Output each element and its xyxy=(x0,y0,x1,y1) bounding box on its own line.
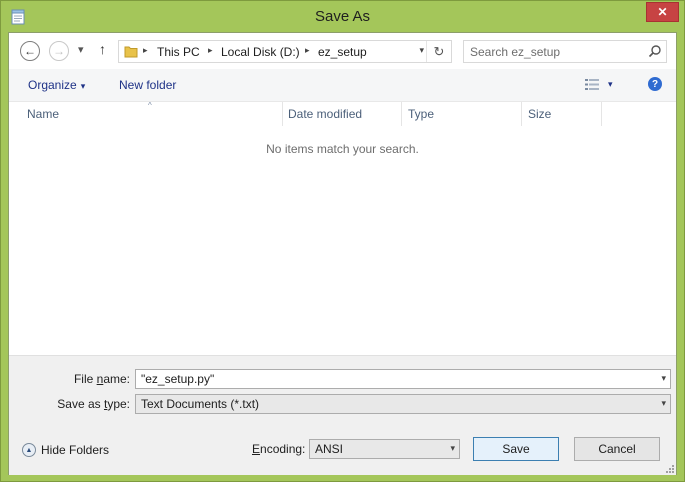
hide-folders-label: Hide Folders xyxy=(41,443,110,457)
breadcrumb-local-disk[interactable]: Local Disk (D:) xyxy=(221,45,300,59)
empty-list-message: No items match your search. xyxy=(266,142,419,156)
save-as-type-value: Text Documents (*.txt) xyxy=(141,397,260,411)
help-icon[interactable]: ? xyxy=(648,77,662,91)
title-bar[interactable]: Save As ✕ xyxy=(1,1,684,33)
chevron-down-icon: ▾ xyxy=(80,81,86,91)
hide-folders-button[interactable]: ▲ Hide Folders xyxy=(22,443,109,457)
collapse-up-icon: ▲ xyxy=(22,443,36,457)
column-divider[interactable] xyxy=(282,102,283,126)
file-name-label: File name: xyxy=(73,372,130,386)
save-button-label: Save xyxy=(502,442,530,456)
refresh-button[interactable]: ↻ xyxy=(426,41,451,62)
forward-button[interactable]: → xyxy=(49,41,69,61)
window-title: Save As xyxy=(314,8,371,25)
breadcrumb-separator-icon[interactable]: ▸ xyxy=(305,45,310,56)
close-icon: ✕ xyxy=(657,5,668,19)
new-folder-label: New folder xyxy=(119,78,177,92)
column-date-modified[interactable]: Date modified xyxy=(288,107,362,121)
column-divider[interactable] xyxy=(401,102,402,126)
chevron-down-icon[interactable]: ▾ xyxy=(450,443,455,454)
up-arrow-icon[interactable]: ↑ xyxy=(99,41,106,57)
recent-locations-chevron-icon[interactable]: ▾ xyxy=(78,43,84,56)
view-options-chevron-icon[interactable]: ▾ xyxy=(608,79,613,90)
organize-label: Organize xyxy=(28,78,77,92)
new-folder-button[interactable]: New folder xyxy=(119,78,176,92)
column-divider[interactable] xyxy=(601,102,602,126)
details-view-icon[interactable] xyxy=(585,79,599,90)
dialog-body: ← → ▾ ↑ ▸ This PC ▸ Local Disk (D:) ▸ ez… xyxy=(8,32,677,475)
back-arrow-icon: ← xyxy=(24,44,36,58)
column-name[interactable]: Name xyxy=(27,107,59,121)
cancel-button-label: Cancel xyxy=(598,442,636,456)
cancel-button[interactable]: Cancel xyxy=(574,437,660,461)
breadcrumb-separator-icon[interactable]: ▸ xyxy=(208,45,213,56)
organize-button[interactable]: Organize ▾ xyxy=(28,78,85,92)
column-divider[interactable] xyxy=(521,102,522,126)
help-glyph: ? xyxy=(651,78,659,90)
encoding-select[interactable]: ANSI ▾ xyxy=(309,439,460,459)
breadcrumb-ez-setup[interactable]: ez_setup xyxy=(318,45,367,59)
save-as-type-select[interactable]: Text Documents (*.txt) ▾ xyxy=(135,394,671,414)
resize-grip-icon[interactable] xyxy=(664,463,674,473)
column-type[interactable]: Type xyxy=(408,107,434,121)
file-name-field[interactable]: "ez_setup.py" ▾ xyxy=(135,369,671,389)
chevron-down-icon[interactable]: ▾ xyxy=(661,373,666,384)
encoding-label: Encoding: xyxy=(252,442,306,456)
close-button[interactable]: ✕ xyxy=(646,2,679,22)
file-name-value: "ez_setup.py" xyxy=(141,372,215,386)
address-history-chevron-icon[interactable]: ▾ xyxy=(419,45,424,56)
folder-icon xyxy=(124,46,138,58)
column-size[interactable]: Size xyxy=(528,107,551,121)
chevron-down-icon[interactable]: ▾ xyxy=(661,398,666,409)
search-input[interactable] xyxy=(470,44,640,59)
breadcrumb-separator-icon[interactable]: ▸ xyxy=(143,45,148,56)
save-button[interactable]: Save xyxy=(473,437,559,461)
search-box[interactable] xyxy=(463,40,667,63)
sort-ascending-icon: ^ xyxy=(148,101,152,110)
save-options-panel: File name: "ez_setup.py" ▾ Save as type:… xyxy=(9,355,676,475)
refresh-icon: ↻ xyxy=(433,43,445,59)
command-toolbar: Organize ▾ New folder ▾ ? xyxy=(9,69,676,102)
forward-arrow-icon: → xyxy=(53,44,65,58)
navigation-bar: ← → ▾ ↑ ▸ This PC ▸ Local Disk (D:) ▸ ez… xyxy=(9,33,676,69)
encoding-value: ANSI xyxy=(315,442,344,456)
save-as-type-label: Save as type: xyxy=(57,397,130,411)
back-button[interactable]: ← xyxy=(20,41,40,61)
address-bar[interactable]: ▸ This PC ▸ Local Disk (D:) ▸ ez_setup ▾… xyxy=(118,40,452,63)
breadcrumb-this-pc[interactable]: This PC xyxy=(157,45,200,59)
save-as-dialog: Save As ✕ ← → ▾ ↑ ▸ This PC ▸ Local Disk… xyxy=(0,0,685,482)
column-headers: ^ Name Date modified Type Size xyxy=(9,101,676,126)
search-icon[interactable] xyxy=(648,44,662,58)
